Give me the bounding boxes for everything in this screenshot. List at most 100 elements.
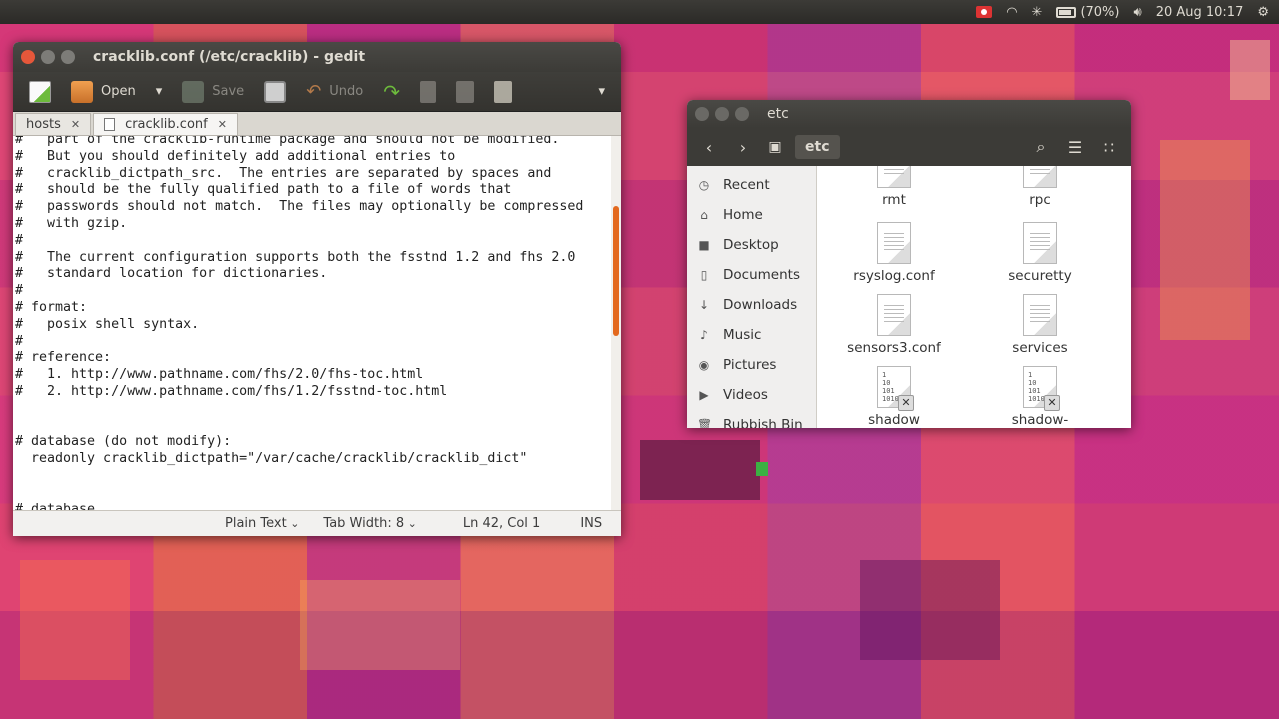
new-document-button[interactable] [21, 77, 59, 107]
bluetooth-icon[interactable]: ✳ [1032, 5, 1043, 20]
new-document-icon [29, 80, 51, 103]
sidebar-item-videos[interactable]: ▶ Videos [687, 380, 816, 410]
root-location-button[interactable]: ▣ [763, 134, 787, 160]
minimize-icon[interactable] [715, 107, 729, 121]
minimize-icon[interactable] [41, 50, 55, 64]
chevron-down-icon: ▾ [155, 84, 163, 99]
text-file-icon [1023, 294, 1057, 336]
editor-line: readonly cracklib_dictpath="/var/cache/c… [15, 451, 528, 467]
forward-button[interactable]: › [729, 134, 757, 160]
clock-icon: ◷ [698, 178, 710, 192]
grid-view-button[interactable]: ∷ [1095, 134, 1123, 160]
sidebar-item-home[interactable]: ⌂ Home [687, 200, 816, 230]
maximize-icon[interactable] [735, 107, 749, 121]
tab-hosts[interactable]: hosts ✕ [15, 113, 92, 135]
sidebar-item-label: Pictures [723, 357, 777, 373]
open-dropdown-button[interactable]: ▾ [148, 80, 171, 103]
editor-line: # [15, 283, 24, 299]
tab-width-selector[interactable]: Tab Width: 8 [323, 516, 416, 531]
close-icon[interactable] [695, 107, 709, 121]
wallpaper-tile [860, 560, 1000, 660]
recording-indicator-icon[interactable] [976, 6, 993, 18]
breadcrumb-etc[interactable]: etc [795, 135, 840, 159]
file-label: rsyslog.conf [853, 268, 935, 284]
open-button[interactable]: Open [63, 77, 144, 107]
files-window: etc ‹ › ▣ etc ⌕ ☰ ∷ ◷ Recent ⌂ Home ■ Deskt… [687, 100, 1131, 428]
open-label: Open [101, 84, 136, 99]
language-selector[interactable]: Plain Text [225, 516, 299, 531]
file-item[interactable]: rpc [980, 166, 1100, 208]
binary-file-icon: 1 10 101 1010 ✕ [877, 366, 914, 411]
scrollbar-thumb[interactable] [613, 206, 619, 336]
file-label: rmt [882, 192, 906, 208]
battery-percent: (70%) [1080, 4, 1120, 20]
save-label: Save [212, 84, 245, 99]
menu-dropdown-button[interactable]: ▾ [590, 80, 613, 103]
file-item[interactable]: rsyslog.conf [834, 222, 954, 284]
file-item[interactable]: services [980, 294, 1100, 356]
text-editor[interactable]: # part of the cracklib-runtime package a… [13, 136, 621, 510]
files-toolbar: ‹ › ▣ etc ⌕ ☰ ∷ [687, 128, 1131, 166]
battery-icon [1056, 6, 1077, 18]
file-label: services [1012, 340, 1068, 356]
sidebar-item-pictures[interactable]: ◉ Pictures [687, 350, 816, 380]
undo-button[interactable]: ↶ Undo [298, 77, 371, 106]
file-item[interactable]: 1 10 101 1010 ✕ shadow [834, 366, 954, 428]
clock[interactable]: 20 Aug 10:17 [1156, 5, 1244, 20]
sidebar-item-music[interactable]: ♪ Music [687, 320, 816, 350]
sidebar-item-recent[interactable]: ◷ Recent [687, 170, 816, 200]
drive-icon: ▣ [768, 139, 782, 155]
close-icon[interactable]: ✕ [71, 118, 80, 131]
file-label: securetty [1008, 268, 1072, 284]
back-button[interactable]: ‹ [695, 134, 723, 160]
sidebar-item-documents[interactable]: ▯ Documents [687, 260, 816, 290]
close-icon[interactable] [21, 50, 35, 64]
chevron-right-icon: › [739, 137, 747, 157]
print-button[interactable] [256, 77, 294, 107]
home-icon: ⌂ [700, 208, 708, 222]
text-file-icon [877, 166, 911, 188]
search-button[interactable]: ⌕ [1027, 134, 1055, 160]
wifi-icon[interactable]: ◠ [1006, 5, 1017, 20]
gear-icon[interactable]: ⚙ [1257, 5, 1269, 20]
tab-cracklib-conf[interactable]: cracklib.conf ✕ [93, 113, 238, 135]
gedit-titlebar[interactable]: cracklib.conf (/etc/cracklib) - gedit [13, 42, 621, 72]
download-icon: ↓ [698, 298, 710, 312]
folder-icon [71, 80, 93, 103]
cut-button[interactable] [412, 77, 444, 107]
file-item[interactable]: 1 10 101 1010 ✕ shadow- [980, 366, 1100, 428]
music-icon: ♪ [700, 328, 708, 342]
save-icon [182, 80, 205, 103]
sidebar-item-label: Videos [723, 387, 768, 403]
editor-line: # with gzip. [15, 215, 128, 231]
redo-button[interactable]: ↷ [375, 76, 408, 108]
paste-button[interactable] [486, 77, 520, 107]
cursor-position: Ln 42, Col 1 [462, 516, 541, 531]
file-item[interactable]: rmt [834, 166, 954, 208]
sidebar-item-rubbish-bin[interactable]: 🗑︎ Rubbish Bin [687, 410, 816, 428]
sidebar-item-label: Rubbish Bin [723, 417, 803, 428]
copy-button[interactable] [448, 77, 482, 107]
editor-line: # posix shell syntax. [15, 316, 200, 332]
editor-scrollbar[interactable] [611, 136, 621, 510]
save-button[interactable]: Save [174, 77, 252, 107]
scissors-icon [420, 80, 437, 103]
wallpaper-tile [756, 462, 768, 476]
gedit-toolbar: Open ▾ Save ↶ Undo ↷ ▾ [13, 72, 621, 112]
editor-line: # 2. http://www.pathname.com/fhs/1.2/fss… [15, 383, 448, 399]
close-icon[interactable]: ✕ [218, 118, 227, 131]
editor-line: # reference: [15, 350, 112, 366]
editor-line: # The current configuration supports bot… [15, 249, 576, 265]
list-view-button[interactable]: ☰ [1061, 134, 1089, 160]
wallpaper-tile [1230, 40, 1270, 100]
battery-indicator[interactable]: (70%) [1056, 5, 1119, 20]
file-item[interactable]: sensors3.conf [834, 294, 954, 356]
redo-icon: ↷ [383, 79, 401, 104]
sidebar-item-desktop[interactable]: ■ Desktop [687, 230, 816, 260]
sidebar-item-downloads[interactable]: ↓ Downloads [687, 290, 816, 320]
files-titlebar[interactable]: etc [687, 100, 1131, 128]
maximize-icon[interactable] [61, 50, 75, 64]
chevron-down-icon: ▾ [598, 84, 605, 99]
volume-icon[interactable]: 🔊︎ [1133, 5, 1141, 20]
file-item[interactable]: securetty [980, 222, 1100, 284]
